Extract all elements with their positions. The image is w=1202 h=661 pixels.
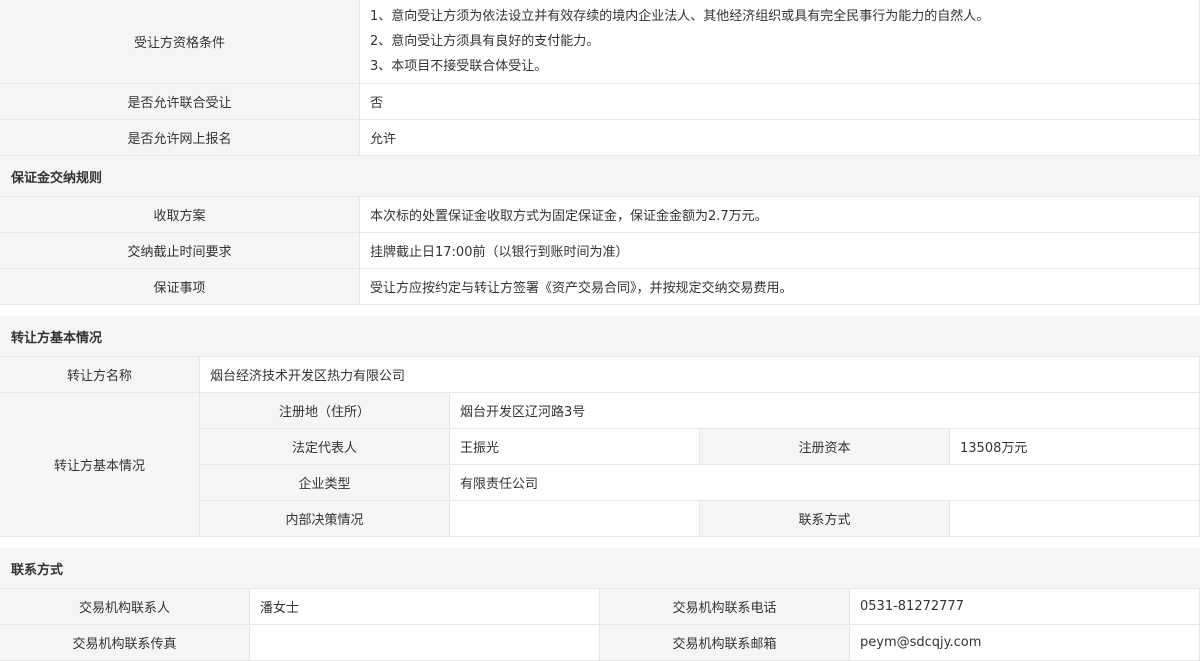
contact-person-label: 交易机构联系人 xyxy=(0,589,250,624)
decision-label: 内部决策情况 xyxy=(200,501,450,536)
decision-value xyxy=(450,501,700,536)
online-label: 是否允许网上报名 xyxy=(0,120,360,155)
deposit-scheme-value: 本次标的处置保证金收取方式为固定保证金，保证金金额为2.7万元。 xyxy=(360,197,1200,232)
eligibility-label: 受让方资格条件 xyxy=(0,0,360,83)
joint-row: 是否允许联合受让 否 xyxy=(0,84,1200,120)
eligibility-line-1: 1、意向受让方须为依法设立并有效存续的境内企业法人、其他经济组织或具有完全民事行… xyxy=(370,9,990,24)
transferor-section-title: 转让方基本情况 xyxy=(0,316,1200,357)
joint-value: 否 xyxy=(360,84,1200,119)
contact-person-value: 潘女士 xyxy=(250,589,600,624)
deposit-guarantee-value: 受让方应按约定与转让方签署《资产交易合同》，并按规定交纳交易费用。 xyxy=(360,269,1200,304)
deposit-row-deadline: 交纳截止时间要求 挂牌截止日17:00前（以银行到账时间为准） xyxy=(0,233,1200,269)
capital-value: 13508万元 xyxy=(950,429,1200,464)
capital-label: 注册资本 xyxy=(700,429,950,464)
transferor-name-label: 转让方名称 xyxy=(0,357,200,392)
deposit-section-title: 保证金交纳规则 xyxy=(0,156,1200,197)
transferor-contact-value xyxy=(950,501,1200,536)
rep-value: 王振光 xyxy=(450,429,700,464)
contact-person-row: 交易机构联系人 潘女士 交易机构联系电话 0531-81272777 xyxy=(0,589,1200,625)
contact-phone-label: 交易机构联系电话 xyxy=(600,589,850,624)
contact-email-value[interactable]: peym@sdcqjy.com xyxy=(850,625,1200,660)
transferor-type-row: 企业类型 有限责任公司 xyxy=(200,465,1200,501)
deposit-guarantee-label: 保证事项 xyxy=(0,269,360,304)
eligibility-value: 1、意向受让方须为依法设立并有效存续的境内企业法人、其他经济组织或具有完全民事行… xyxy=(360,0,1200,83)
transferor-name-row: 转让方名称 烟台经济技术开发区热力有限公司 xyxy=(0,357,1200,393)
contact-fax-value xyxy=(250,625,600,660)
joint-label: 是否允许联合受让 xyxy=(0,84,360,119)
contact-email-label: 交易机构联系邮箱 xyxy=(600,625,850,660)
type-label: 企业类型 xyxy=(200,465,450,500)
transferor-name-value: 烟台经济技术开发区热力有限公司 xyxy=(200,357,1200,392)
transferor-contact-label: 联系方式 xyxy=(700,501,950,536)
online-value: 允许 xyxy=(360,120,1200,155)
contact-fax-row: 交易机构联系传真 交易机构联系邮箱 peym@sdcqjy.com xyxy=(0,625,1200,661)
deposit-row-guarantee: 保证事项 受让方应按约定与转让方签署《资产交易合同》，并按规定交纳交易费用。 xyxy=(0,269,1200,305)
address-label: 注册地（住所） xyxy=(200,393,450,428)
transferor-basic-label: 转让方基本情况 xyxy=(0,393,200,537)
deposit-row-scheme: 收取方案 本次标的处置保证金收取方式为固定保证金，保证金金额为2.7万元。 xyxy=(0,197,1200,233)
deposit-deadline-value: 挂牌截止日17:00前（以银行到账时间为准） xyxy=(360,233,1200,268)
deposit-deadline-label: 交纳截止时间要求 xyxy=(0,233,360,268)
type-value: 有限责任公司 xyxy=(450,465,1200,500)
transferor-rep-row: 法定代表人 王振光 注册资本 13508万元 xyxy=(200,429,1200,465)
transferor-decision-row: 内部决策情况 联系方式 xyxy=(200,501,1200,537)
eligibility-line-2: 2、意向受让方须具有良好的支付能力。 xyxy=(370,34,600,49)
spacer xyxy=(0,305,1202,316)
eligibility-row: 受让方资格条件 1、意向受让方须为依法设立并有效存续的境内企业法人、其他经济组织… xyxy=(0,0,1200,84)
contact-section-title: 联系方式 xyxy=(0,548,1200,589)
deposit-scheme-label: 收取方案 xyxy=(0,197,360,232)
address-value: 烟台开发区辽河路3号 xyxy=(450,393,1200,428)
transferor-address-row: 注册地（住所） 烟台开发区辽河路3号 xyxy=(200,393,1200,429)
rep-label: 法定代表人 xyxy=(200,429,450,464)
contact-phone-value: 0531-81272777 xyxy=(850,589,1200,624)
spacer xyxy=(0,537,1202,548)
eligibility-line-3: 3、本项目不接受联合体受让。 xyxy=(370,59,548,74)
online-row: 是否允许网上报名 允许 xyxy=(0,120,1200,156)
contact-fax-label: 交易机构联系传真 xyxy=(0,625,250,660)
